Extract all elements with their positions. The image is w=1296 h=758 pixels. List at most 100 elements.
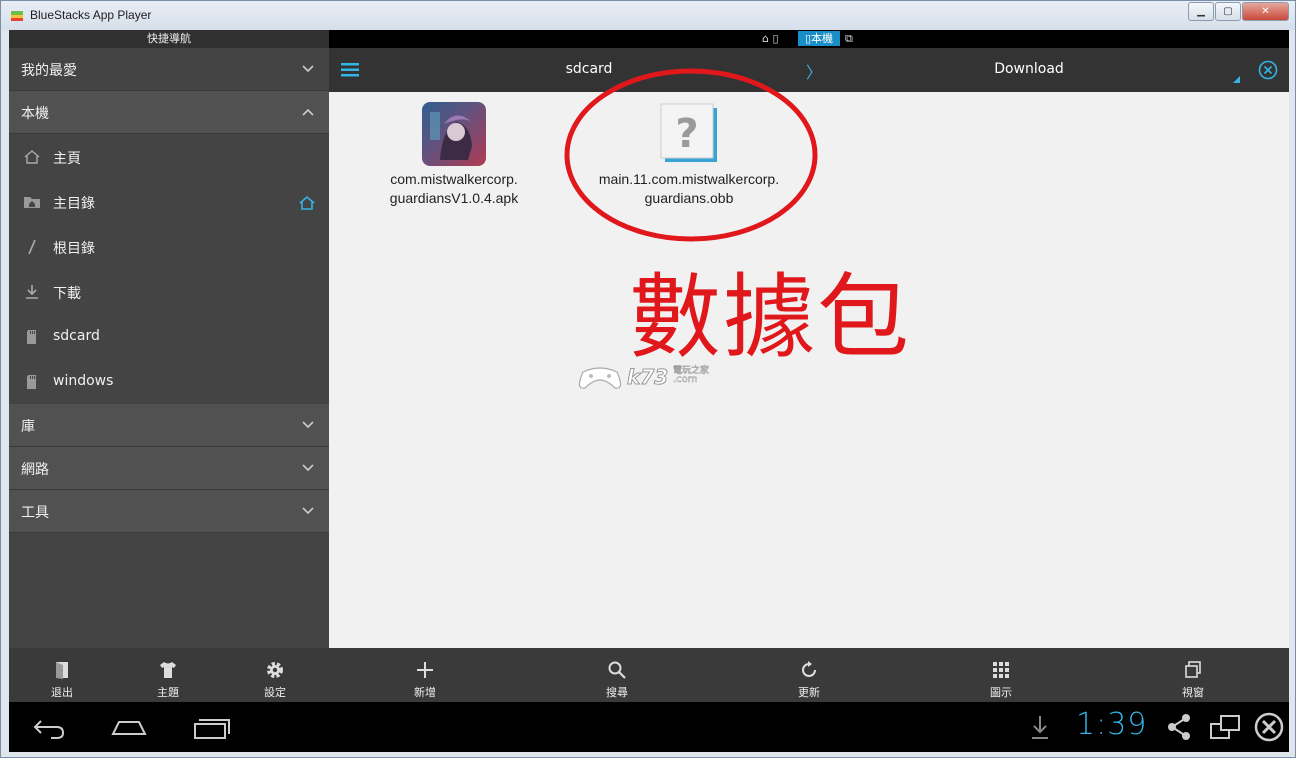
sidebar-group-label: 庫 [21,419,35,435]
refresh-icon [802,661,816,677]
maximize-button[interactable]: ▢ [1215,2,1241,21]
status-active-tab[interactable]: ▯本機 [798,31,840,46]
annotation-label: 數據包 [629,264,912,371]
watermark-text: k73 [626,365,669,390]
sidebar-group-label: 工具 [21,505,49,521]
download-icon [26,285,38,299]
status-bar: ⌂ ▯ ▯本機 ⧉ [329,30,1289,48]
sidebar-item-sdcard[interactable]: sdcard [9,314,329,359]
download-icon[interactable] [1029,712,1051,742]
sidebar-item-label: 主目錄 [53,196,95,212]
menu-icon[interactable] [341,62,359,78]
toolbar-label: 主題 [157,686,179,699]
set-home-icon[interactable] [298,195,316,211]
status-icons: ⌂ ▯ [762,32,779,45]
exit-icon [56,662,68,679]
sidebar-group-local[interactable]: 本機 [9,91,329,134]
sidebar-item-root[interactable]: 根目錄 [9,224,329,269]
sidebar-item-home-directory[interactable]: 主目錄 [9,179,329,224]
home-icon [24,150,40,164]
windows-button[interactable]: 視窗 [1153,648,1233,702]
watermark-logo: k73 電玩之家 .com [575,360,735,400]
sidebar-toolbar: 退出 主題 設定 [9,648,329,702]
sidebar-item-label: 根目錄 [53,241,95,257]
bluestacks-logo-icon [11,11,23,21]
toolbar-label: 更新 [798,686,820,699]
grid-icon [993,662,1009,678]
chevron-down-icon [302,507,314,515]
sidebar-item-label: windows [53,373,114,389]
file-list: com.mistwalkercorp. guardiansV1.0.4.apk … [329,68,1289,648]
sdcard-icon [27,330,36,344]
annotation-circle [564,68,818,242]
sidebar-group-favorites[interactable]: 我的最愛 [9,48,329,91]
sidebar-group-label: 我的最愛 [21,63,77,79]
toolbar-label: 圖示 [990,686,1012,699]
device-icon: ⧉ [845,32,853,45]
search-button[interactable]: 搜尋 [577,648,657,702]
sidebar-group-tools[interactable]: 工具 [9,490,329,533]
shirt-icon [160,662,176,678]
toolbar-label: 搜尋 [606,686,628,699]
watermark-domain: .com [673,374,698,386]
chevron-down-icon [302,65,314,73]
chevron-down-icon [302,464,314,472]
settings-button[interactable]: 設定 [235,648,315,702]
title-bar: BlueStacks App Player ▁ ▢ ✕ [1,1,1295,30]
exit-button[interactable]: 退出 [22,648,102,702]
toolbar-label: 設定 [264,686,286,699]
sidebar-item-label: 主頁 [53,151,81,167]
slash-icon [28,239,36,255]
share-icon[interactable] [1166,712,1192,742]
windows-icon [1185,661,1201,678]
icon-view-button[interactable]: 圖示 [961,648,1041,702]
file-name-line: com.mistwalkercorp. [390,171,518,187]
refresh-button[interactable]: 更新 [769,648,849,702]
folder-home-icon [24,197,40,208]
bottom-toolbar: 新增 搜尋 更新 圖示 視窗 [329,648,1289,702]
gamepad-icon [578,367,622,389]
close-window-button[interactable]: ✕ [1242,2,1289,21]
close-icon[interactable] [1258,60,1278,80]
android-nav-bar: 1:39 [9,702,1289,752]
sidebar-group-library[interactable]: 庫 [9,404,329,447]
gear-icon [267,662,283,678]
rotate-screen-icon[interactable] [1209,712,1241,742]
app-icon [422,102,486,166]
breadcrumb-download[interactable]: Download [969,61,1089,77]
close-app-icon[interactable] [1254,712,1284,742]
minimize-button[interactable]: ▁ [1188,2,1214,21]
clock: 1:39 [1076,707,1148,742]
sidebar-item-windows[interactable]: windows [9,359,329,404]
file-browser-main: ⌂ ▯ ▯本機 ⧉ sdcard 〉 Download com.mistwalk… [329,30,1289,702]
file-name-line: guardiansV1.0.4.apk [389,190,519,206]
quick-nav-sidebar: 快捷導航 我的最愛 本機 主頁 主目錄 根目錄 下載 sdcard window… [9,30,329,702]
file-item-apk[interactable]: com.mistwalkercorp. guardiansV1.0.4.apk [369,102,539,208]
sidebar-group-label: 網路 [21,462,49,478]
toolbar-label: 視窗 [1182,686,1204,699]
window-title: BlueStacks App Player [30,8,152,22]
toolbar-label: 退出 [51,686,73,699]
recent-apps-icon[interactable] [191,712,231,742]
new-button[interactable]: 新增 [385,648,465,702]
dropdown-corner-icon[interactable] [1233,76,1240,83]
search-icon [608,661,626,679]
chevron-up-icon [302,108,314,116]
toolbar-label: 新增 [414,686,436,699]
theme-button[interactable]: 主題 [128,648,208,702]
home-nav-icon[interactable] [109,712,149,742]
chevron-down-icon [302,421,314,429]
sidebar-group-label: 本機 [21,106,49,122]
plus-icon [417,662,433,678]
sidebar-item-label: sdcard [53,328,100,344]
sidebar-header: 快捷導航 [9,30,329,48]
app-window: BlueStacks App Player ▁ ▢ ✕ 快捷導航 我的最愛 本機… [0,0,1296,758]
sdcard-icon [27,375,36,389]
sidebar-item-home[interactable]: 主頁 [9,134,329,179]
sidebar-group-network[interactable]: 網路 [9,447,329,490]
android-screen: 快捷導航 我的最愛 本機 主頁 主目錄 根目錄 下載 sdcard window… [9,30,1289,752]
status-active-label: 本機 [811,32,834,45]
back-icon[interactable] [31,712,67,742]
sidebar-item-downloads[interactable]: 下載 [9,269,329,314]
sidebar-item-label: 下載 [53,286,81,302]
